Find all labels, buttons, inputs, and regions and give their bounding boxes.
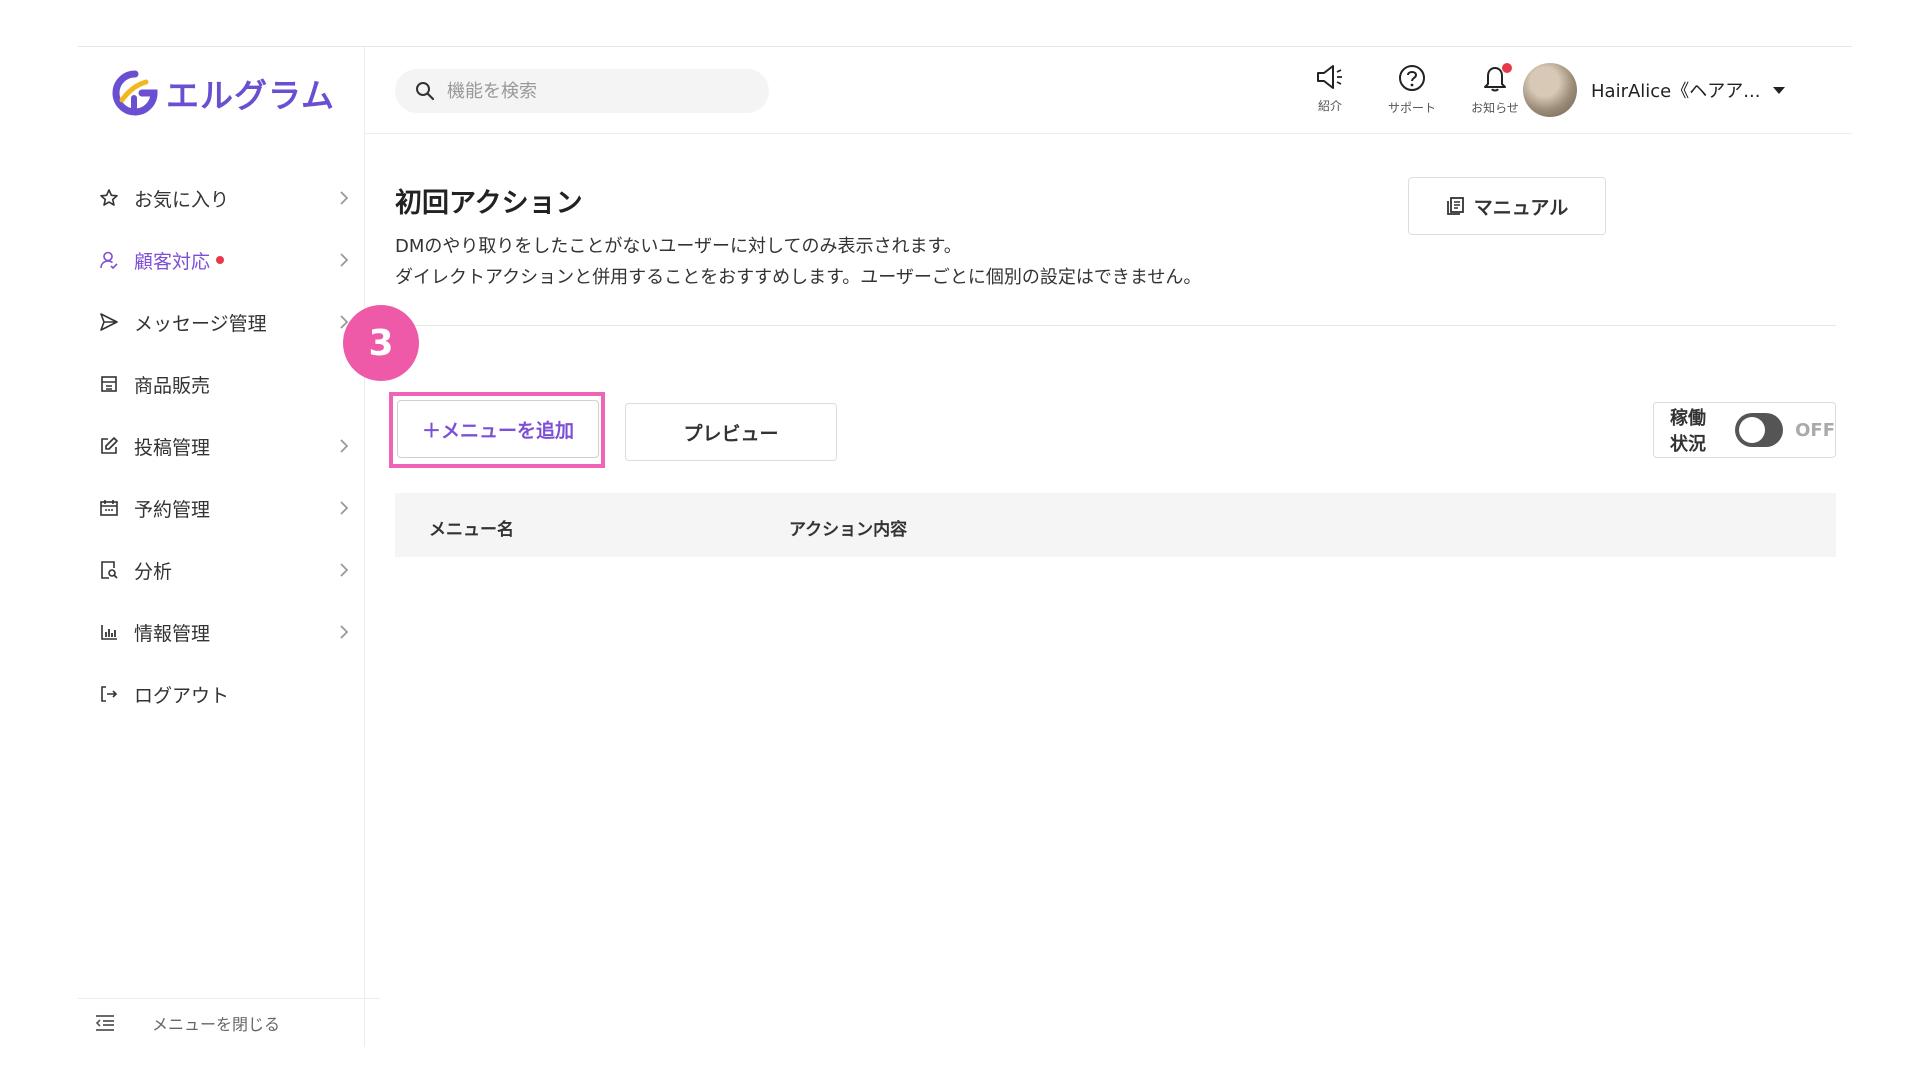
menu-collapse-icon <box>95 1015 114 1031</box>
sidebar-item-posts[interactable]: 投稿管理 <box>78 415 364 477</box>
caret-down-icon <box>1773 87 1786 94</box>
chevron-right-icon <box>340 439 349 453</box>
support-label: サポート <box>1387 101 1436 115</box>
sidebar-item-label: ログアウト <box>134 684 230 707</box>
chevron-right-icon <box>340 563 349 577</box>
person-icon <box>98 249 120 271</box>
star-icon <box>98 187 120 209</box>
sidebar-nav: お気に入り 顧客対応 メッセージ管理 商品販売 投稿管理 予約管理 分析 情報管… <box>78 167 364 725</box>
logout-icon <box>98 683 120 705</box>
column-header-action: アクション内容 <box>789 520 908 540</box>
sidebar-item-favorites[interactable]: お気に入り <box>78 167 364 229</box>
status-control: 稼働状況 OFF <box>1653 402 1836 458</box>
divider <box>395 325 1836 326</box>
sidebar-item-label: 顧客対応 <box>134 250 211 273</box>
notification-dot <box>1502 63 1512 73</box>
avatar <box>1523 63 1577 117</box>
highlight-frame <box>389 392 605 468</box>
logo-mark-icon <box>112 70 158 116</box>
sidebar-item-label: お気に入り <box>134 188 230 211</box>
manual-label: マニュアル <box>1473 196 1569 219</box>
user-name: HairAlice《ヘアア... <box>1591 81 1761 102</box>
sidebar-item-customer[interactable]: 顧客対応 <box>78 229 364 291</box>
page-description: DMのやり取りをしたことがないユーザーに対してのみ表示されます。 ダイレクトアク… <box>395 231 1201 293</box>
question-icon <box>1399 65 1425 91</box>
search-input[interactable] <box>445 79 749 103</box>
collapse-menu-label: メニューを閉じる <box>152 1015 281 1034</box>
send-icon <box>98 311 120 333</box>
toggle-state-label: OFF <box>1795 419 1835 441</box>
sidebar-item-info[interactable]: 情報管理 <box>78 601 364 663</box>
collapse-menu-button[interactable]: メニューを閉じる <box>78 998 380 1047</box>
preview-button[interactable]: プレビュー <box>625 403 837 461</box>
logo[interactable]: エルグラム <box>112 67 335 119</box>
chart-icon <box>98 621 120 643</box>
analysis-icon <box>98 559 120 581</box>
sidebar-item-messages[interactable]: メッセージ管理 <box>78 291 364 353</box>
sidebar-item-label: 予約管理 <box>134 498 211 521</box>
sidebar: エルグラム お気に入り 顧客対応 メッセージ管理 商品販売 投稿管理 予約管理 … <box>78 47 380 1047</box>
status-toggle[interactable] <box>1734 413 1784 447</box>
intro-button[interactable]: 紹介 <box>1295 63 1365 114</box>
chevron-right-icon <box>340 191 349 205</box>
description-line-1: DMのやり取りをしたことがないユーザーに対してのみ表示されます。 <box>395 236 962 257</box>
toggle-knob <box>1738 417 1765 443</box>
calendar-icon <box>98 497 120 519</box>
edit-icon <box>98 435 120 457</box>
sidebar-item-logout[interactable]: ログアウト <box>78 663 364 725</box>
app-frame: エルグラム お気に入り 顧客対応 メッセージ管理 商品販売 投稿管理 予約管理 … <box>78 46 1852 1047</box>
book-icon <box>1446 197 1464 215</box>
search-bar[interactable] <box>395 69 769 113</box>
table-header: メニュー名 アクション内容 <box>395 493 1836 557</box>
sidebar-item-label: 商品販売 <box>134 374 211 397</box>
chevron-right-icon <box>340 501 349 515</box>
sidebar-item-label: メッセージ管理 <box>134 312 267 335</box>
logo-text: エルグラム <box>166 76 336 115</box>
support-button[interactable]: サポート <box>1377 63 1447 116</box>
sidebar-item-label: 投稿管理 <box>134 436 211 459</box>
column-header-menu-name: メニュー名 <box>429 520 514 540</box>
search-icon <box>416 82 435 101</box>
status-label: 稼働状況 <box>1670 408 1706 455</box>
manual-button[interactable]: マニュアル <box>1408 177 1606 235</box>
notifications-button[interactable]: お知らせ <box>1460 63 1530 116</box>
megaphone-icon <box>1317 65 1342 89</box>
user-menu[interactable]: HairAlice《ヘアア... <box>1523 62 1786 118</box>
description-line-2: ダイレクトアクションと併用することをおすすめします。ユーザーごとに個別の設定はで… <box>395 267 1202 288</box>
notification-dot <box>216 256 225 264</box>
sidebar-item-analysis[interactable]: 分析 <box>78 539 364 601</box>
notifications-label: お知らせ <box>1471 101 1519 115</box>
chevron-right-icon <box>340 253 349 267</box>
step-badge: 3 <box>343 305 419 381</box>
sidebar-item-label: 情報管理 <box>134 622 211 645</box>
sidebar-item-reservations[interactable]: 予約管理 <box>78 477 364 539</box>
sidebar-item-sales[interactable]: 商品販売 <box>78 353 364 415</box>
top-header: 紹介 サポート お知らせ HairAlice《ヘアア... <box>365 47 1852 134</box>
intro-label: 紹介 <box>1317 99 1342 113</box>
chevron-right-icon <box>340 625 349 639</box>
sidebar-item-label: 分析 <box>134 560 173 583</box>
page-title: 初回アクション <box>395 188 583 219</box>
store-icon <box>98 373 120 395</box>
